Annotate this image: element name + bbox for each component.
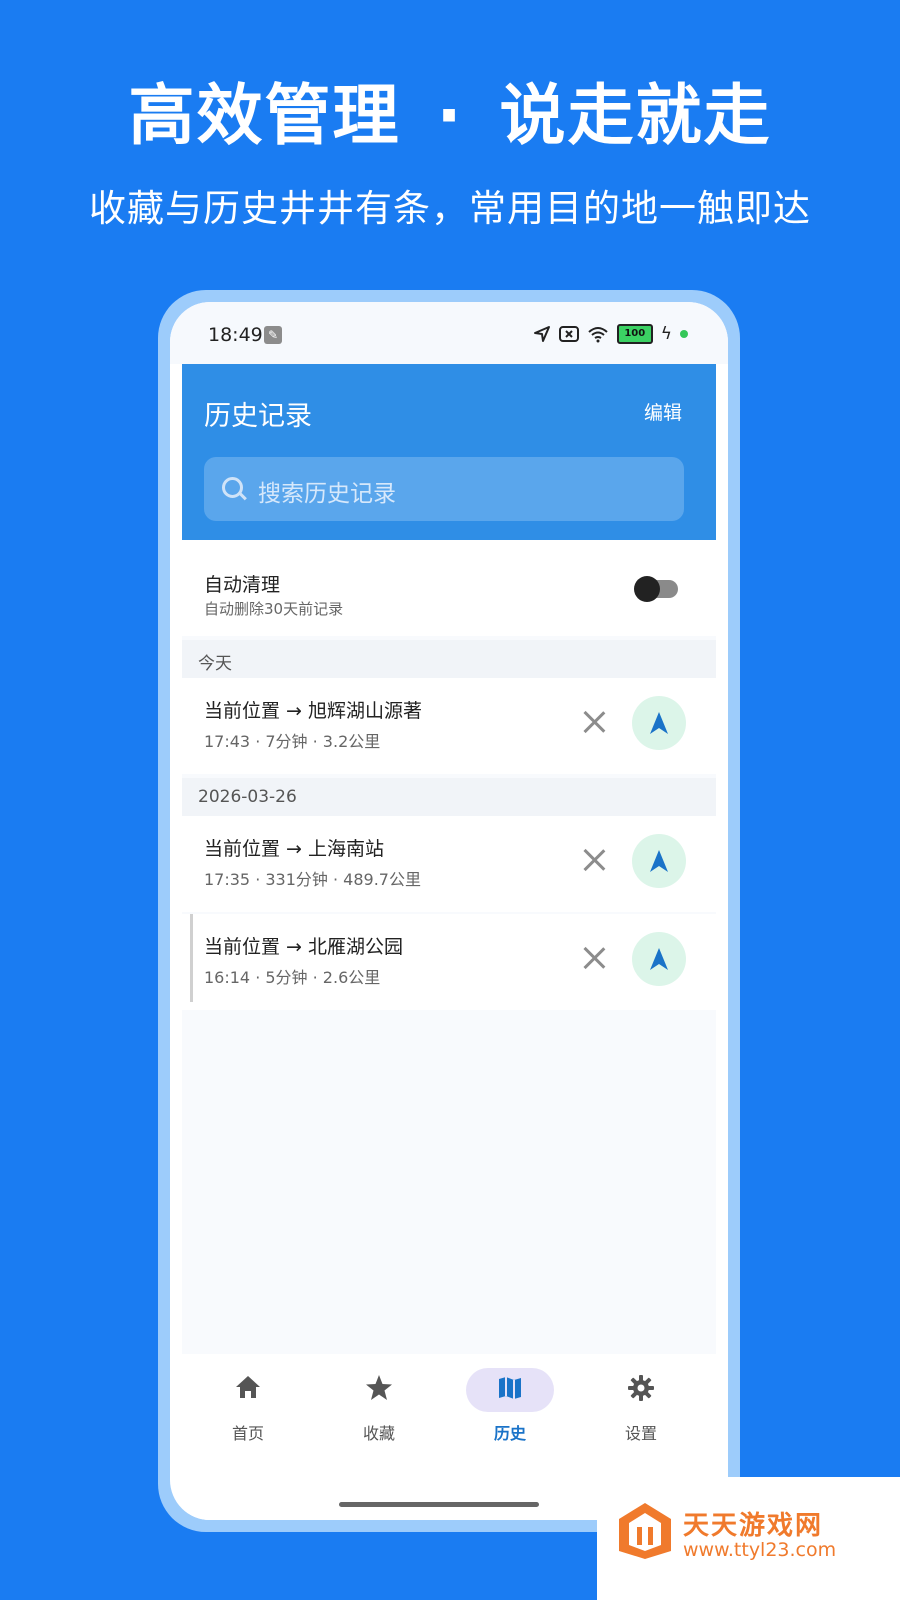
history-item[interactable]: 当前位置 → 北雁湖公园 16:14 · 5分钟 · 2.6公里: [182, 914, 716, 1010]
history-item-meta: 17:43 · 7分钟 · 3.2公里: [204, 732, 381, 751]
tab-label: 历史: [493, 1424, 526, 1443]
auto-clean-title: 自动清理: [204, 574, 281, 596]
privacy-dot-icon: [680, 330, 688, 338]
sim-off-icon: [558, 326, 579, 342]
wrench-icon: ✎: [264, 326, 282, 344]
home-icon: [236, 1376, 260, 1398]
gear-icon: [628, 1375, 654, 1401]
auto-clean-setting: 自动清理 自动删除30天前记录: [182, 540, 716, 636]
tab-favorites[interactable]: 收藏: [319, 1354, 439, 1454]
headline-left: 高效管理: [128, 77, 401, 154]
history-item-title: 当前位置 → 旭辉湖山源著: [204, 700, 422, 722]
status-icons: 100 ϟ: [533, 324, 688, 344]
history-item-title: 当前位置 → 上海南站: [204, 838, 384, 860]
auto-clean-subtitle: 自动删除30天前记录: [204, 600, 344, 618]
search-icon: [222, 477, 243, 498]
status-bar: 18:49 ✎ 100 ϟ: [170, 302, 728, 364]
group-header-label: 2026-03-26: [198, 787, 297, 807]
watermark: 天天游戏网 www.ttyl23.com: [597, 1477, 900, 1600]
watermark-title: 天天游戏网: [683, 1511, 824, 1541]
tab-home[interactable]: 首页: [188, 1354, 308, 1454]
toggle-knob: [634, 576, 660, 602]
edit-button[interactable]: 编辑: [644, 398, 682, 425]
navigate-button[interactable]: [632, 932, 686, 986]
home-indicator[interactable]: [339, 1502, 539, 1507]
app-bar: 历史记录 编辑 搜索历史记录: [182, 364, 716, 540]
tab-label: 收藏: [362, 1424, 395, 1443]
history-item[interactable]: 当前位置 → 旭辉湖山源著 17:43 · 7分钟 · 3.2公里: [182, 678, 716, 774]
phone-screen: 18:49 ✎ 100 ϟ 历史记录 编辑 搜索历史记录 自动清理 自动删除30…: [170, 302, 728, 1520]
delete-icon[interactable]: [582, 848, 606, 872]
headline-right: 说走就走: [499, 77, 772, 154]
headline-dot: ·: [436, 77, 464, 154]
watermark-logo-icon: [619, 1503, 671, 1559]
star-icon: [366, 1375, 392, 1400]
history-list: 自动清理 自动删除30天前记录 今天 当前位置 → 旭辉湖山源著 17:43 ·…: [182, 540, 716, 1354]
promo-headline: 高效管理 · 说走就走: [0, 62, 900, 158]
history-item[interactable]: 当前位置 → 上海南站 17:35 · 331分钟 · 489.7公里: [182, 816, 716, 912]
tab-label: 设置: [624, 1424, 657, 1443]
history-item-meta: 17:35 · 331分钟 · 489.7公里: [204, 870, 421, 889]
delete-icon[interactable]: [582, 946, 606, 970]
navigation-arrow-icon: [650, 712, 668, 734]
page-title: 历史记录: [204, 401, 312, 432]
promo-subheadline: 收藏与历史井井有条，常用目的地一触即达: [89, 187, 811, 230]
navigate-button[interactable]: [632, 834, 686, 888]
search-input[interactable]: 搜索历史记录: [204, 457, 684, 521]
tab-label: 首页: [231, 1424, 264, 1443]
wifi-icon: [588, 327, 608, 343]
tab-settings[interactable]: 设置: [581, 1354, 701, 1454]
delete-icon[interactable]: [582, 710, 606, 734]
auto-clean-toggle[interactable]: [634, 576, 678, 602]
map-icon: [499, 1377, 521, 1399]
history-item-title: 当前位置 → 北雁湖公园: [204, 936, 403, 958]
group-header: 今天: [182, 640, 716, 678]
navigate-button[interactable]: [632, 696, 686, 750]
tab-history[interactable]: 历史: [450, 1354, 570, 1454]
navigation-arrow-icon: [650, 948, 668, 970]
status-time: 18:49: [208, 324, 263, 346]
location-arrow-icon: [533, 326, 550, 342]
group-header-label: 今天: [198, 654, 232, 674]
group-header: 2026-03-26: [182, 778, 716, 816]
watermark-url: www.ttyl23.com: [683, 1539, 837, 1561]
history-item-meta: 16:14 · 5分钟 · 2.6公里: [204, 968, 381, 987]
charging-icon: ϟ: [660, 324, 672, 344]
navigation-arrow-icon: [650, 850, 668, 872]
swipe-indicator: [190, 914, 193, 1002]
search-placeholder: 搜索历史记录: [258, 481, 396, 507]
battery-icon: 100: [616, 324, 653, 344]
